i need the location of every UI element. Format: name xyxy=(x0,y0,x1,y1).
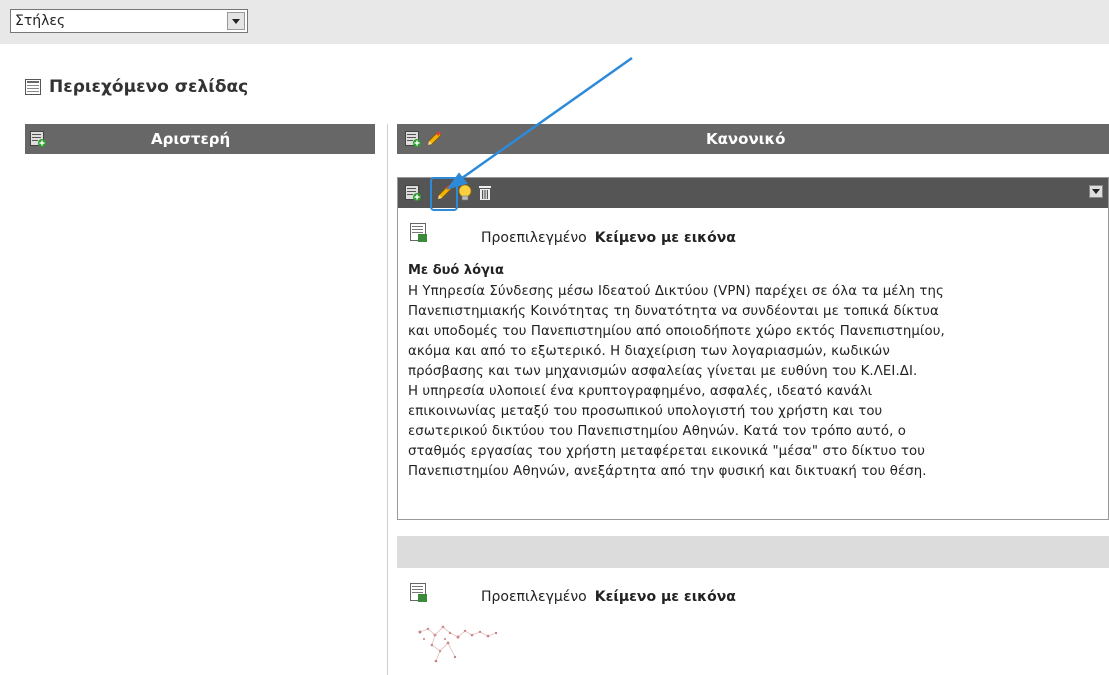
annotation-arrow xyxy=(446,56,633,190)
